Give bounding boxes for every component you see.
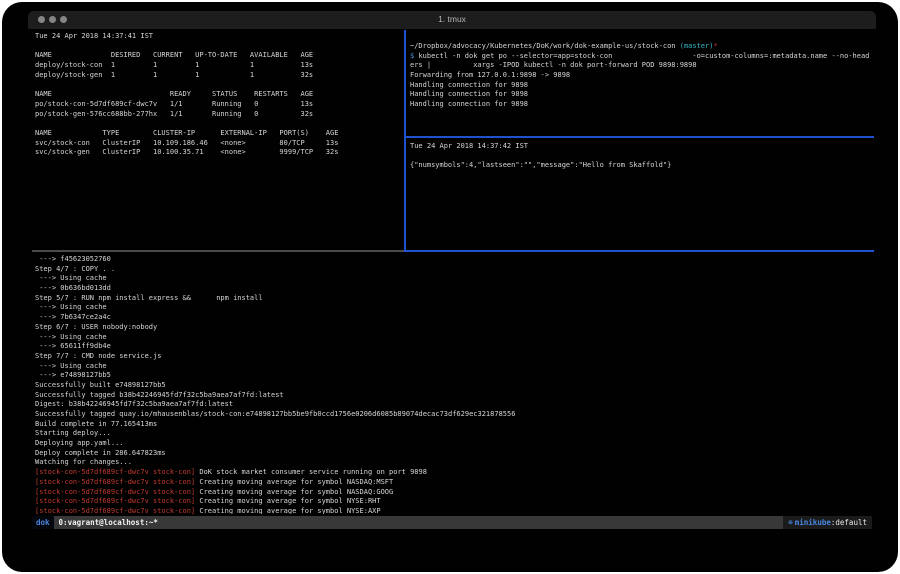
terminal-line: ---> e74898127bb5	[35, 371, 873, 381]
terminal-line: svc/stock-gen ClusterIP 10.100.35.71 <no…	[35, 148, 403, 158]
terminal-line: Tue 24 Apr 2018 14:37:42 IST	[410, 142, 872, 152]
terminal-line: ---> 65611ff9db4e	[35, 342, 873, 352]
terminal-line: Forwarding from 127.0.0.1:9898 -> 9898	[410, 71, 872, 81]
pane-border-horizontal-left	[32, 250, 404, 252]
terminal-line: Handling connection for 9898	[410, 90, 872, 100]
terminal-line: deploy/stock-gen 1 1 1 1 32s	[35, 71, 403, 81]
pane-kubectl-watch[interactable]: Tue 24 Apr 2018 14:37:41 IST NAME DESIRED…	[35, 32, 403, 247]
terminal-line: Step 4/7 : COPY . .	[35, 265, 873, 275]
session-name-badge[interactable]: dok	[32, 516, 54, 529]
terminal-line: ---> 0b636bd013dd	[35, 284, 873, 294]
window-title: 1. tmux	[28, 14, 876, 24]
pane-border-horizontal-right	[404, 250, 874, 252]
terminal-window: 1. tmux Tue 24 Apr 2018 14:37:41 IST NAME…	[2, 2, 898, 572]
terminal-line: ~/Dropbox/advocacy/Kubernetes/DoK/work/d…	[410, 42, 872, 52]
pane-border-horizontal-mid	[404, 136, 874, 138]
terminal-line: svc/stock-con ClusterIP 10.109.186.46 <n…	[35, 139, 403, 149]
terminal-line: [stock-con-5d7df689cf-dwc7v stock-con] D…	[35, 468, 873, 478]
terminal-line: Tue 24 Apr 2018 14:37:41 IST	[35, 32, 403, 42]
terminal-line: Handling connection for 9898	[410, 100, 872, 110]
terminal-line: ---> Using cache	[35, 362, 873, 372]
terminal-line: Starting deploy...	[35, 429, 873, 439]
terminal-line: Step 6/7 : USER nobody:nobody	[35, 323, 873, 333]
tmux-status-bar: dok 0:vagrant@localhost:~* ☸ minikube :d…	[32, 516, 872, 529]
kubernetes-wheel-icon: ☸	[788, 518, 793, 527]
window-title-bar[interactable]: 1. tmux	[28, 11, 876, 29]
pane-port-forward[interactable]: ~/Dropbox/advocacy/Kubernetes/DoK/work/d…	[410, 42, 872, 136]
terminal-line: [stock-con-5d7df689cf-dwc7v stock-con] C…	[35, 507, 873, 514]
pane-curl-output[interactable]: Tue 24 Apr 2018 14:37:42 IST {"numsymbols…	[410, 142, 872, 248]
terminal-line: Step 7/7 : CMD node service.js	[35, 352, 873, 362]
terminal-line: deploy/stock-con 1 1 1 1 13s	[35, 61, 403, 71]
terminal-line: Build complete in 77.165413ms	[35, 420, 873, 430]
status-window-tab[interactable]: 0:vagrant@localhost:~*	[59, 516, 158, 529]
terminal-line: {"numsymbols":4,"lastseen":"","message":…	[410, 161, 872, 171]
terminal-line: NAME TYPE CLUSTER-IP EXTERNAL-IP PORT(S)…	[35, 129, 403, 139]
terminal-line: ---> Using cache	[35, 274, 873, 284]
terminal-line: $ kubectl -n dok get po --selector=app=s…	[410, 52, 872, 62]
terminal-line: ---> Using cache	[35, 303, 873, 313]
terminal-line: po/stock-gen-576cc688bb-277hx 1/1 Runnin…	[35, 110, 403, 120]
terminal-line: po/stock-con-5d7df689cf-dwc7v 1/1 Runnin…	[35, 100, 403, 110]
terminal-line: Watching for changes...	[35, 458, 873, 468]
terminal-line: [stock-con-5d7df689cf-dwc7v stock-con] C…	[35, 478, 873, 488]
terminal-line: Successfully built e74898127bb5	[35, 381, 873, 391]
kube-context-indicator: ☸ minikube :default	[783, 516, 872, 529]
terminal-line: ers | xargs -IPOD kubectl -n dok port-fo…	[410, 61, 872, 71]
terminal-line	[35, 119, 403, 129]
terminal-line: Deploying app.yaml...	[35, 439, 873, 449]
terminal-line: Deploy complete in 286.647823ms	[35, 449, 873, 459]
terminal-line: ---> 7b6347ce2a4c	[35, 313, 873, 323]
terminal-line: Successfully tagged quay.io/mhausenblas/…	[35, 410, 873, 420]
terminal-line: [stock-con-5d7df689cf-dwc7v stock-con] C…	[35, 488, 873, 498]
terminal-line: Handling connection for 9898	[410, 81, 872, 91]
pane-border-vertical	[404, 30, 406, 252]
terminal-line: Digest: b38b42246945fd7f32c5ba9aea7af7fd…	[35, 400, 873, 410]
pane-skaffold-build-log[interactable]: ---> f45623052760Step 4/7 : COPY . . ---…	[35, 255, 873, 514]
terminal-line: ---> f45623052760	[35, 255, 873, 265]
kube-namespace: :default	[831, 518, 867, 527]
terminal-line: ---> Using cache	[35, 333, 873, 343]
terminal-line	[35, 42, 403, 52]
terminal-line: NAME READY STATUS RESTARTS AGE	[35, 90, 403, 100]
terminal-line: NAME DESIRED CURRENT UP-TO-DATE AVAILABL…	[35, 51, 403, 61]
kube-context-name: minikube	[795, 518, 831, 527]
terminal-line: Step 5/7 : RUN npm install express && np…	[35, 294, 873, 304]
terminal-line: [stock-con-5d7df689cf-dwc7v stock-con] C…	[35, 497, 873, 507]
terminal-line	[410, 152, 872, 162]
terminal-line: Successfully tagged b38b42246945fd7f32c5…	[35, 391, 873, 401]
terminal-line	[35, 80, 403, 90]
